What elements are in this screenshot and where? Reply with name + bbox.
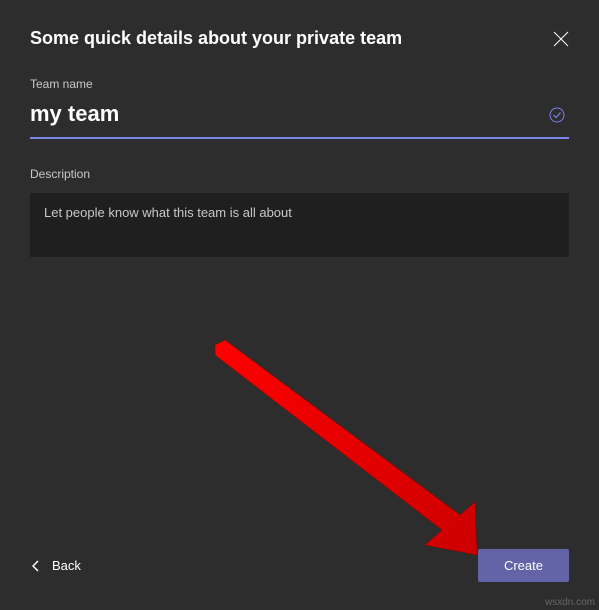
back-button-label: Back [52,558,81,573]
create-team-dialog: Some quick details about your private te… [0,0,599,610]
validation-check-icon [549,107,565,123]
back-button[interactable]: Back [30,552,83,579]
dialog-footer: Back Create [30,549,569,590]
team-name-input[interactable] [30,101,539,127]
description-label: Description [30,167,569,181]
team-name-field-wrapper [30,101,569,139]
close-icon[interactable] [553,31,569,47]
watermark: wsxdn.com [545,597,595,608]
dialog-header: Some quick details about your private te… [30,28,569,49]
team-name-label: Team name [30,77,569,91]
create-button[interactable]: Create [478,549,569,582]
description-input[interactable] [30,193,569,257]
dialog-title: Some quick details about your private te… [30,28,402,49]
chevron-left-icon [32,560,40,572]
